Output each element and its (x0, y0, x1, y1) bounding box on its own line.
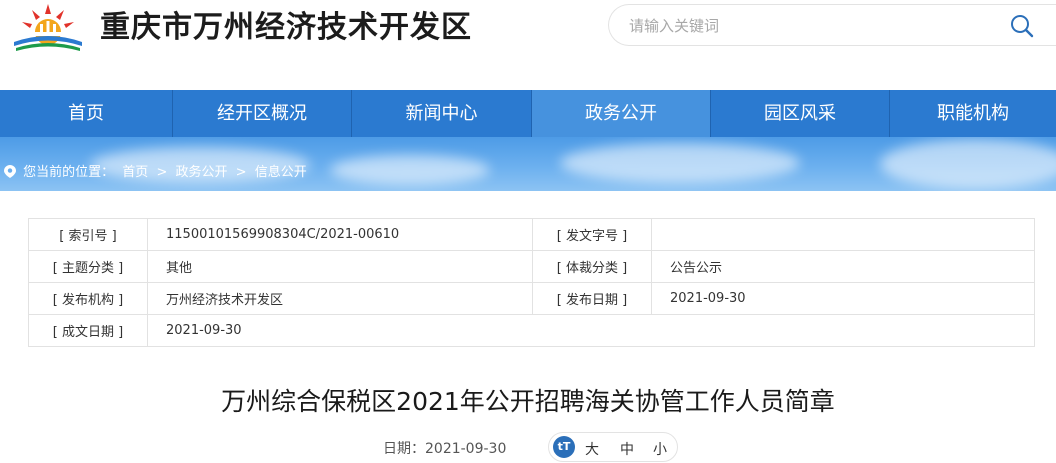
article-title: 万州综合保税区2021年公开招聘海关协管工作人员简章 (221, 387, 835, 416)
search-input[interactable] (627, 14, 991, 38)
cloud-decoration (560, 143, 800, 183)
index-number-label: [ 索引号 ] (28, 218, 148, 251)
written-date-label: [ 成文日期 ] (28, 314, 148, 347)
font-size-medium-button[interactable]: 中 (620, 439, 634, 459)
issuing-agency-value: 万州经济技术开发区 (147, 282, 533, 315)
table-row: [ 发布机构 ] 万州经济技术开发区 [ 发布日期 ] 2021-09-30 (28, 282, 1035, 315)
document-info-table: [ 索引号 ] 11500101569908304C/2021-00610 [ … (28, 218, 1035, 347)
breadcrumb-prefix: 您当前的位置： (23, 165, 115, 180)
document-number-value (651, 218, 1035, 251)
issuing-agency-label: [ 发布机构 ] (28, 282, 148, 315)
breadcrumb-info-link[interactable]: 信息公开 (255, 165, 307, 180)
font-size-icon: tT (553, 436, 575, 458)
nav-item-park-scenery[interactable]: 园区风采 (711, 90, 889, 137)
breadcrumb-government-link[interactable]: 政务公开 (176, 165, 228, 180)
nav-item-home[interactable]: 首页 (0, 90, 172, 137)
article-date: 日期：2021-09-30 (383, 441, 507, 457)
nav-item-overview[interactable]: 经开区概况 (173, 90, 351, 137)
genre-category-value: 公告公示 (651, 250, 1035, 283)
cloud-decoration (330, 155, 490, 185)
search-box (608, 4, 1056, 46)
nav-item-agencies[interactable]: 职能机构 (890, 90, 1056, 137)
publish-date-value: 2021-09-30 (651, 282, 1035, 315)
breadcrumb-separator: > (235, 165, 247, 180)
site-header: 重庆市万州经济技术开发区 (0, 0, 1056, 90)
font-size-small-button[interactable]: 小 (653, 439, 667, 459)
document-number-label: [ 发文字号 ] (532, 218, 652, 251)
breadcrumb: 您当前的位置： 首页 > 政务公开 > 信息公开 (4, 161, 311, 180)
topic-category-value: 其他 (147, 250, 533, 283)
genre-category-label: [ 体裁分类 ] (532, 250, 652, 283)
table-row: [ 主题分类 ] 其他 [ 体裁分类 ] 公告公示 (28, 250, 1035, 283)
breadcrumb-home-link[interactable]: 首页 (122, 165, 148, 180)
breadcrumb-banner: 您当前的位置： 首页 > 政务公开 > 信息公开 (0, 137, 1056, 191)
location-pin-icon (4, 165, 16, 178)
nav-item-government-affairs[interactable]: 政务公开 (532, 90, 710, 137)
main-nav: 首页 经开区概况 新闻中心 政务公开 园区风采 职能机构 (0, 90, 1056, 137)
table-row: [ 索引号 ] 11500101569908304C/2021-00610 [ … (28, 218, 1035, 251)
index-number-value: 11500101569908304C/2021-00610 (147, 218, 533, 251)
search-icon[interactable] (1009, 13, 1035, 39)
site-logo-icon[interactable] (10, 0, 86, 52)
breadcrumb-separator: > (156, 165, 168, 180)
cloud-decoration (880, 139, 1056, 189)
written-date-value: 2021-09-30 (147, 314, 1035, 347)
nav-item-news[interactable]: 新闻中心 (352, 90, 531, 137)
topic-category-label: [ 主题分类 ] (28, 250, 148, 283)
publish-date-label: [ 发布日期 ] (532, 282, 652, 315)
font-size-large-button[interactable]: 大 (585, 439, 599, 459)
table-row: [ 成文日期 ] 2021-09-30 (28, 314, 1035, 347)
font-size-control: tT 大 中 小 (548, 432, 678, 462)
site-title: 重庆市万州经济技术开发区 (100, 10, 472, 45)
